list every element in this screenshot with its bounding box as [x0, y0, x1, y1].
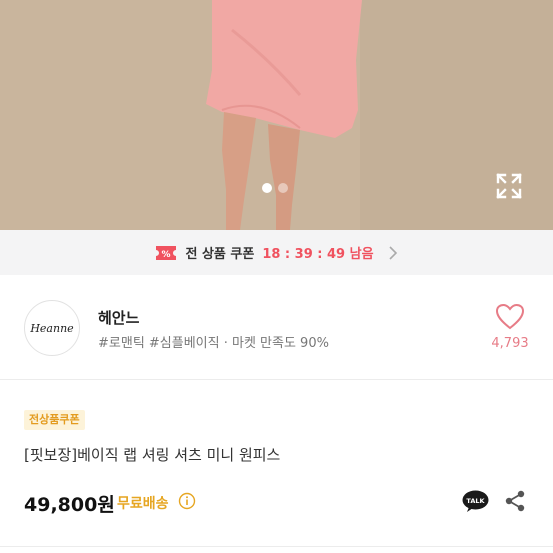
seller-section: Heanne 헤안느 #로맨틱 #심플베이직 · 마켓 만족도 90% 4,79… — [0, 275, 553, 380]
coupon-banner[interactable]: % 전 상품 쿠폰 18 : 39 : 49 남음 — [0, 230, 553, 275]
expand-icon[interactable] — [495, 172, 523, 200]
seller-name[interactable]: 헤안느 — [98, 307, 139, 328]
product-image[interactable] — [0, 0, 553, 230]
coupon-ticket-icon: % — [156, 245, 177, 260]
info-icon[interactable] — [178, 492, 196, 510]
product-photo — [0, 0, 553, 230]
seller-logo-text: Heanne — [30, 321, 74, 335]
coupon-timer: 18 : 39 : 49 남음 — [262, 247, 374, 262]
talk-icon-label: TALK — [466, 497, 485, 505]
seller-tags: #로맨틱 #심플베이직 · 마켓 만족도 90% — [98, 336, 329, 351]
coupon-label: 전 상품 쿠폰 — [185, 247, 255, 262]
like-button[interactable]: 4,793 — [488, 303, 532, 351]
like-count: 4,793 — [491, 336, 529, 351]
divider — [0, 546, 553, 547]
svg-text:%: % — [162, 250, 171, 260]
product-price: 49,800원 — [24, 494, 115, 516]
chevron-right-icon — [388, 245, 397, 260]
free-shipping-label: 무료배송 — [117, 496, 169, 512]
image-pagination — [262, 183, 288, 193]
coupon-badge: 전상품쿠폰 — [24, 410, 85, 430]
share-icon[interactable] — [503, 489, 527, 513]
pagination-dot-active[interactable] — [262, 183, 272, 193]
kakaotalk-icon[interactable]: TALK — [462, 490, 489, 513]
heart-icon — [495, 303, 525, 330]
seller-avatar[interactable]: Heanne — [24, 300, 80, 356]
pagination-dot[interactable] — [278, 183, 288, 193]
product-title: [핏보장]베이직 랩 셔링 셔츠 미니 원피스 — [24, 446, 281, 464]
